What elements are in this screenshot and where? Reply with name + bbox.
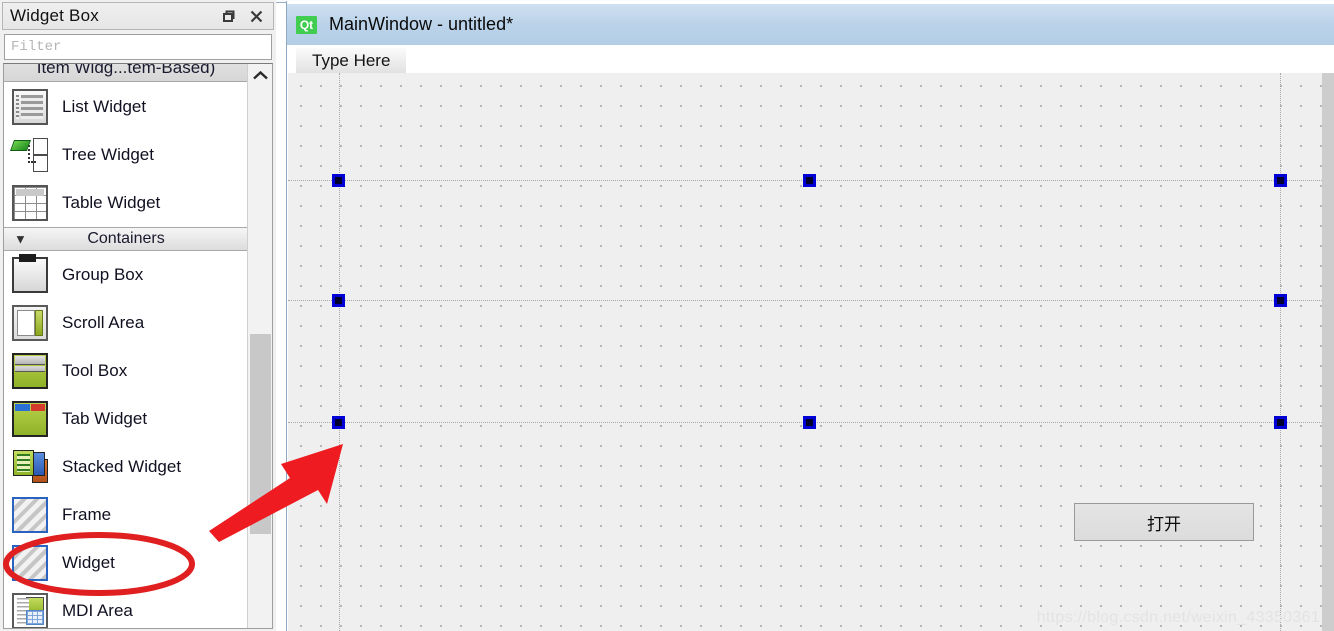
table-widget-icon [12,185,48,221]
mainwindow-form: Qt MainWindow - untitled* Type Here 打开 h… [286,1,1334,631]
widget-item-tree-widget[interactable]: Tree Widget [4,131,248,179]
widget-item-label: Frame [62,505,112,524]
list-widget-icon [12,89,48,125]
close-icon[interactable] [245,5,267,27]
widget-item-label: Tool Box [62,361,128,380]
selection-handle-middle-left[interactable] [332,294,345,307]
selection-handle-bottom-left[interactable] [332,416,345,429]
selection-guide-left [339,73,340,631]
widget-item-label: Widget [62,553,115,572]
widget-item-label: Tree Widget [62,145,154,164]
widget-item-table-widget[interactable]: Table Widget [4,179,248,227]
widget-item-group-box[interactable]: Group Box [4,251,248,299]
dock-gap-column [276,0,286,631]
selection-handle-top-right[interactable] [1274,174,1287,187]
widget-item-tab-widget[interactable]: Tab Widget [4,395,248,443]
widget-item-label: MDI Area [62,601,133,620]
widget-item-tool-box[interactable]: Tool Box [4,347,248,395]
category-header-item-widgets[interactable]: Item Widg...tem-Based) [4,64,248,82]
widget-box-scrollbar[interactable] [247,64,272,628]
filter-input[interactable] [4,34,272,60]
widget-item-frame[interactable]: Frame [4,491,248,539]
tool-box-icon [12,353,48,389]
selection-handle-middle-right[interactable] [1274,294,1287,307]
group-box-icon [12,254,48,293]
widget-item-label: Group Box [62,265,144,284]
category-header-containers-label: Containers [87,230,165,247]
widget-item-scroll-area[interactable]: Scroll Area [4,299,248,347]
widget-item-label: Table Widget [62,193,161,212]
widget-box-list: Item Widg...tem-Based) List Widget Tree … [3,63,273,629]
widget-item-list-widget[interactable]: List Widget [4,83,248,131]
form-design-canvas[interactable]: 打开 https://blog.csdn.net/weixin_43350361 [288,73,1322,631]
filter-input-wrapper [4,34,272,60]
selection-guide-middle [288,300,1322,301]
qt-logo-icon: Qt [296,15,317,34]
scroll-area-icon [12,305,48,341]
category-header-containers[interactable]: ▼ Containers [4,227,248,251]
widget-icon [12,545,48,581]
widget-item-stacked-widget[interactable]: Stacked Widget [4,443,248,491]
mainwindow-title: MainWindow - untitled* [329,14,514,34]
selection-handle-bottom-right[interactable] [1274,416,1287,429]
selection-handle-bottom-center[interactable] [803,416,816,429]
mainwindow-titlebar: Qt MainWindow - untitled* [287,4,1334,45]
chevron-up-icon[interactable] [248,64,272,86]
tab-widget-icon [12,401,48,437]
watermark-text: https://blog.csdn.net/weixin_43350361 [1036,609,1320,626]
category-header-item-widgets-label: Item Widg...tem-Based) [36,64,216,77]
widget-item-mdi-area[interactable]: MDI Area [4,587,248,628]
widget-box-dock: Widget Box Item Widg...tem-Based) List W… [0,0,276,631]
widget-box-title: Widget Box [10,6,99,25]
frame-icon [12,497,48,533]
mdi-area-icon [12,593,48,628]
mainwindow-menubar[interactable]: Type Here [288,45,1334,73]
widget-box-titlebar: Widget Box [2,2,274,30]
widget-item-widget[interactable]: Widget [4,539,248,587]
tree-widget-icon [9,137,48,173]
chevron-down-icon: ▼ [14,231,27,247]
widget-item-label: List Widget [62,97,147,116]
widget-item-label: Scroll Area [62,313,145,332]
widget-item-label: Stacked Widget [62,457,182,476]
widget-item-label: Tab Widget [62,409,148,428]
form-right-gutter [1322,73,1334,631]
menubar-type-here-placeholder[interactable]: Type Here [296,48,407,73]
open-push-button[interactable]: 打开 [1074,503,1254,541]
selection-guide-right [1280,73,1281,631]
selection-handle-top-center[interactable] [803,174,816,187]
restore-window-icon[interactable] [217,5,239,27]
scrollbar-thumb[interactable] [250,334,271,534]
selection-handle-top-left[interactable] [332,174,345,187]
stacked-widget-icon [12,449,48,485]
